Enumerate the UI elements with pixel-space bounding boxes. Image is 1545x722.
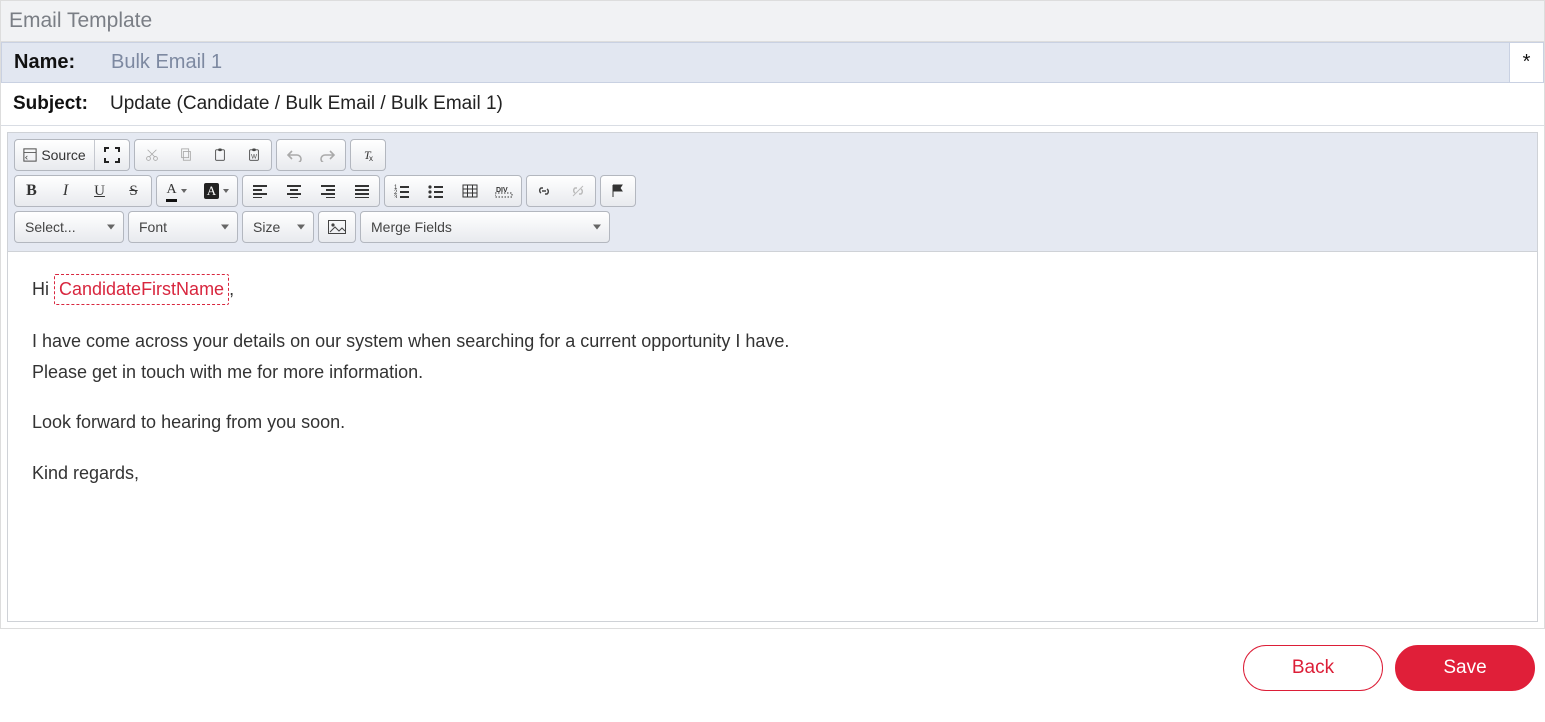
copy-button[interactable] <box>169 140 203 170</box>
body-para-1: I have come across your details on our s… <box>32 327 1513 356</box>
unordered-list-button[interactable] <box>419 176 453 206</box>
table-button[interactable] <box>453 176 487 206</box>
maximize-icon <box>104 147 120 163</box>
link-button[interactable] <box>527 176 561 206</box>
bold-icon: B <box>26 182 37 200</box>
subject-value[interactable]: Update (Candidate / Bulk Email / Bulk Em… <box>106 83 1544 125</box>
align-center-button[interactable] <box>277 176 311 206</box>
flag-button[interactable] <box>601 176 635 206</box>
link-icon <box>536 184 552 198</box>
footer-actions: Back Save <box>0 629 1545 693</box>
name-input[interactable] <box>107 43 1509 82</box>
align-center-icon <box>286 184 302 198</box>
image-button[interactable] <box>318 211 356 243</box>
unordered-list-icon <box>428 184 444 198</box>
required-marker: * <box>1509 43 1543 82</box>
merge-field-candidate-first-name[interactable]: CandidateFirstName <box>54 274 229 305</box>
name-row: Name: * <box>1 42 1544 83</box>
text-color-icon: A <box>166 180 176 202</box>
style-select-label: Select... <box>25 219 76 235</box>
size-select[interactable]: Size <box>242 211 314 243</box>
name-label: Name: <box>2 43 107 82</box>
editor-toolbar: Source <box>8 133 1537 251</box>
div-container-button[interactable]: DIV <box>487 176 521 206</box>
source-button[interactable]: Source <box>15 140 95 170</box>
unlink-icon <box>570 184 586 198</box>
svg-text:3: 3 <box>394 195 398 198</box>
redo-button[interactable] <box>311 140 345 170</box>
paste-word-button[interactable]: W <box>237 140 271 170</box>
size-select-label: Size <box>253 219 280 235</box>
unlink-button[interactable] <box>561 176 595 206</box>
rich-text-editor: Source <box>7 132 1538 622</box>
undo-icon <box>286 148 302 162</box>
save-button[interactable]: Save <box>1395 645 1535 691</box>
source-icon <box>23 148 37 162</box>
strike-button[interactable]: S <box>117 176 151 206</box>
font-select[interactable]: Font <box>128 211 238 243</box>
body-para-4: Kind regards, <box>32 459 1513 488</box>
source-label: Source <box>41 147 85 163</box>
align-right-button[interactable] <box>311 176 345 206</box>
strike-icon: S <box>129 183 137 200</box>
italic-button[interactable]: I <box>49 176 83 206</box>
underline-icon: U <box>94 183 105 200</box>
panel-title: Email Template <box>1 1 1544 42</box>
paste-word-icon: W <box>247 148 261 162</box>
align-left-icon <box>252 184 268 198</box>
remove-format-icon: Tx <box>360 147 376 163</box>
align-right-icon <box>320 184 336 198</box>
underline-button[interactable]: U <box>83 176 117 206</box>
align-left-button[interactable] <box>243 176 277 206</box>
ordered-list-button[interactable]: 123 <box>385 176 419 206</box>
cut-button[interactable] <box>135 140 169 170</box>
bg-color-icon: A <box>204 183 219 199</box>
merge-fields-label: Merge Fields <box>371 219 452 235</box>
flag-icon <box>611 184 625 198</box>
bg-color-button[interactable]: A <box>197 176 237 206</box>
merge-fields-select[interactable]: Merge Fields <box>360 211 610 243</box>
editor-body[interactable]: Hi CandidateFirstName, I have come acros… <box>8 251 1537 621</box>
body-para-3: Look forward to hearing from you soon. <box>32 408 1513 437</box>
image-icon <box>328 220 346 234</box>
maximize-button[interactable] <box>95 140 129 170</box>
greeting-suffix: , <box>229 279 234 299</box>
div-icon: DIV <box>495 184 513 198</box>
undo-button[interactable] <box>277 140 311 170</box>
ordered-list-icon: 123 <box>394 184 410 198</box>
text-color-button[interactable]: A <box>157 176 197 206</box>
align-justify-icon <box>354 184 370 198</box>
paste-icon <box>213 148 227 162</box>
cut-icon <box>145 148 159 162</box>
align-justify-button[interactable] <box>345 176 379 206</box>
style-select[interactable]: Select... <box>14 211 124 243</box>
bold-button[interactable]: B <box>15 176 49 206</box>
italic-icon: I <box>63 182 68 200</box>
back-button[interactable]: Back <box>1243 645 1383 691</box>
greeting-prefix: Hi <box>32 279 54 299</box>
svg-text:x: x <box>369 154 373 163</box>
remove-format-button[interactable]: Tx <box>351 140 385 170</box>
table-icon <box>462 184 478 198</box>
subject-label: Subject: <box>1 83 106 125</box>
redo-icon <box>320 148 336 162</box>
svg-text:W: W <box>251 154 257 161</box>
font-select-label: Font <box>139 219 167 235</box>
subject-row: Subject: Update (Candidate / Bulk Email … <box>1 83 1544 126</box>
copy-icon <box>179 148 193 162</box>
body-para-2: Please get in touch with me for more inf… <box>32 358 1513 387</box>
email-template-editor: Email Template Name: * Subject: Update (… <box>0 0 1545 629</box>
paste-button[interactable] <box>203 140 237 170</box>
